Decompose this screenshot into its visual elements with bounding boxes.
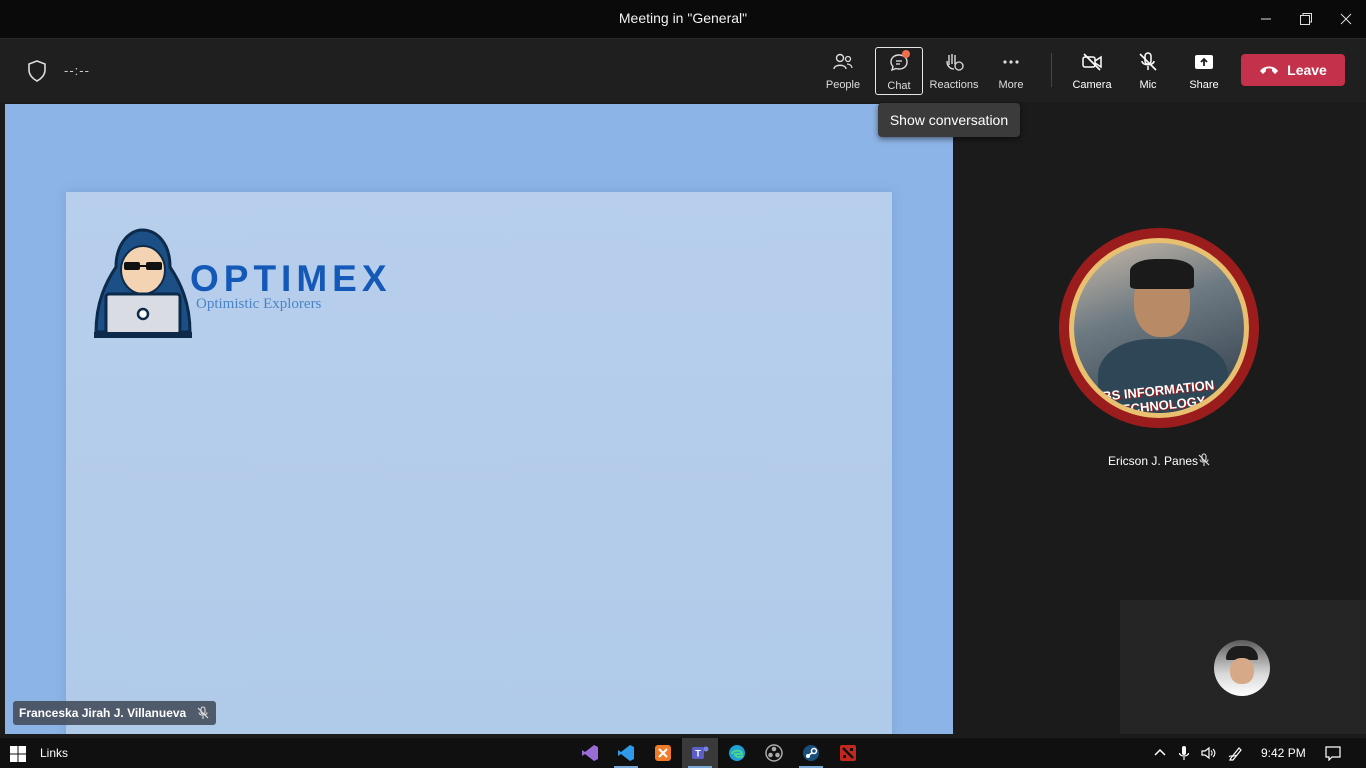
shared-screen: OPTIMEX Optimistic Explorers (5, 104, 953, 734)
window-title: Meeting in "General" (618, 10, 748, 26)
toolbar-divider (1051, 53, 1052, 87)
avatar-ring: BS INFORMATION TECHNOLOGY (1069, 238, 1249, 418)
teams-icon[interactable]: T (682, 738, 718, 768)
self-avatar-face (1230, 658, 1254, 684)
mic-button[interactable]: Mic (1122, 47, 1174, 95)
xampp-icon[interactable] (645, 738, 681, 768)
hacker-logo-icon (94, 228, 192, 338)
hang-up-icon (1260, 66, 1279, 74)
chat-button[interactable]: Chat (875, 47, 923, 95)
notification-center-icon[interactable] (1325, 745, 1341, 761)
mic-label: Mic (1139, 79, 1157, 91)
shield-icon[interactable] (26, 59, 48, 83)
share-icon (1195, 55, 1213, 69)
windows-start-icon[interactable] (10, 746, 26, 762)
logo-subtitle: Optimistic Explorers (196, 296, 322, 312)
mic-off-icon (1139, 52, 1157, 71)
camera-label: Camera (1072, 79, 1112, 91)
vscode-icon[interactable] (608, 738, 644, 768)
visual-studio-icon[interactable] (572, 738, 608, 768)
self-video-tile[interactable] (1120, 600, 1366, 734)
participant-avatar[interactable]: BS INFORMATION TECHNOLOGY (1059, 228, 1259, 428)
leave-button[interactable]: Leave (1241, 54, 1345, 86)
obs-icon[interactable] (756, 738, 792, 768)
volume-icon[interactable] (1200, 745, 1216, 761)
pen-ink-icon[interactable] (1228, 745, 1244, 761)
participant-name: Ericson J. Panes (1108, 454, 1199, 468)
chevron-up-icon[interactable] (1152, 745, 1168, 761)
people-button[interactable]: People (817, 47, 869, 95)
svg-text:T: T (695, 749, 701, 759)
share-label: Share (1189, 79, 1219, 91)
more-label: More (998, 79, 1024, 91)
avatar-photo: BS INFORMATION TECHNOLOGY (1074, 243, 1244, 413)
camera-off-icon (1082, 53, 1102, 71)
reactions-label: Reactions (929, 79, 979, 91)
avatar-hair (1130, 259, 1194, 289)
presentation-slide: OPTIMEX Optimistic Explorers (66, 192, 892, 734)
meeting-toolbar: --:-- People Chat Reactions More Camera … (0, 38, 1366, 102)
edge-icon[interactable] (719, 738, 755, 768)
share-button[interactable]: Share (1178, 47, 1230, 95)
chat-notification-dot (902, 50, 910, 58)
chat-label: Chat (887, 80, 911, 92)
chat-tooltip: Show conversation (878, 103, 1020, 137)
microphone-tray-icon[interactable] (1176, 745, 1192, 761)
close-icon[interactable] (1326, 0, 1366, 38)
self-avatar (1214, 640, 1270, 696)
reactions-icon (946, 54, 964, 71)
leave-label: Leave (1287, 62, 1327, 78)
meeting-timer: --:-- (64, 63, 90, 78)
steam-icon[interactable] (793, 738, 829, 768)
links-toolbar[interactable]: Links (40, 746, 68, 760)
minimize-icon[interactable] (1246, 0, 1286, 38)
more-icon (1003, 60, 1019, 64)
taskbar-clock[interactable]: 9:42 PM (1261, 746, 1306, 760)
windows-taskbar: Links T 9:42 PM (0, 738, 1366, 768)
people-icon (833, 53, 853, 70)
more-button[interactable]: More (985, 47, 1037, 95)
camera-button[interactable]: Camera (1066, 47, 1118, 95)
restore-icon[interactable] (1286, 0, 1326, 38)
presenter-name: Franceska Jirah J. Villanueva (19, 706, 187, 720)
logo-title: OPTIMEX (190, 258, 392, 299)
mic-muted-icon (197, 706, 209, 719)
reactions-button[interactable]: Reactions (928, 47, 980, 95)
presenter-name-tag: Franceska Jirah J. Villanueva (13, 701, 217, 725)
dota-icon[interactable] (830, 738, 866, 768)
title-bar: Meeting in "General" (0, 0, 1366, 38)
people-label: People (825, 79, 861, 91)
mic-muted-icon (1198, 453, 1210, 466)
